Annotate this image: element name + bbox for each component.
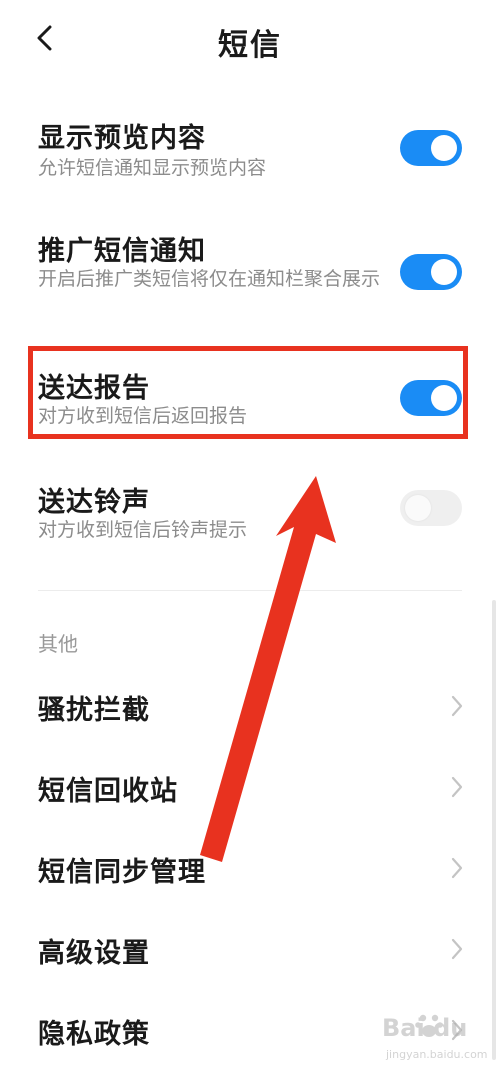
app-header: 短信 xyxy=(0,0,500,80)
nav-item-sms-recycle-bin[interactable]: 短信回收站 xyxy=(0,751,500,821)
toggle-knob xyxy=(431,135,457,161)
nav-item-label: 骚扰拦截 xyxy=(38,695,150,726)
setting-delivery-report: 送达报告 对方收到短信后返回报告 xyxy=(0,362,500,432)
setting-subtitle: 对方收到短信后返回报告 xyxy=(38,405,248,427)
setting-subtitle: 允许短信通知显示预览内容 xyxy=(38,157,267,179)
nav-item-label: 高级设置 xyxy=(38,938,150,969)
delivery-ringtone-toggle[interactable] xyxy=(400,490,462,526)
page-title: 短信 xyxy=(218,28,282,63)
setting-subtitle: 开启后推广类短信将仅在通知栏聚合展示 xyxy=(38,268,381,290)
chevron-right-icon xyxy=(451,695,463,717)
section-label-other: 其他 xyxy=(38,632,78,656)
section-divider xyxy=(38,590,462,591)
show-preview-toggle[interactable] xyxy=(400,130,462,166)
setting-title: 送达报告 xyxy=(38,373,150,404)
setting-subtitle: 对方收到短信后铃声提示 xyxy=(38,519,248,541)
toggle-knob xyxy=(431,385,457,411)
setting-promo-sms-notification: 推广短信通知 开启后推广类短信将仅在通知栏聚合展示 xyxy=(0,225,500,325)
scrollbar[interactable] xyxy=(492,600,496,1060)
setting-show-preview: 显示预览内容 允许短信通知显示预览内容 xyxy=(0,112,500,192)
chevron-right-icon xyxy=(451,938,463,960)
promo-sms-toggle[interactable] xyxy=(400,254,462,290)
nav-item-harassment-block[interactable]: 骚扰拦截 xyxy=(0,670,500,740)
setting-title: 显示预览内容 xyxy=(38,123,206,154)
chevron-right-icon xyxy=(451,776,463,798)
setting-title: 推广短信通知 xyxy=(38,236,206,267)
setting-delivery-ringtone: 送达铃声 对方收到短信后铃声提示 xyxy=(0,476,500,546)
nav-item-label: 隐私政策 xyxy=(38,1019,150,1050)
nav-item-label: 短信同步管理 xyxy=(38,857,206,888)
nav-item-advanced-settings[interactable]: 高级设置 xyxy=(0,913,500,983)
toggle-knob xyxy=(431,259,457,285)
watermark-url: jingyan.baidu.com xyxy=(386,1048,488,1061)
delivery-report-toggle[interactable] xyxy=(400,380,462,416)
baidu-watermark: Bai du jingyan.baidu.com xyxy=(380,1008,496,1068)
chevron-right-icon xyxy=(451,857,463,879)
watermark-brand: Bai du xyxy=(382,1014,468,1042)
toggle-knob xyxy=(405,495,431,521)
nav-item-label: 短信回收站 xyxy=(38,776,178,807)
setting-title: 送达铃声 xyxy=(38,487,150,518)
nav-item-sms-sync-management[interactable]: 短信同步管理 xyxy=(0,832,500,902)
